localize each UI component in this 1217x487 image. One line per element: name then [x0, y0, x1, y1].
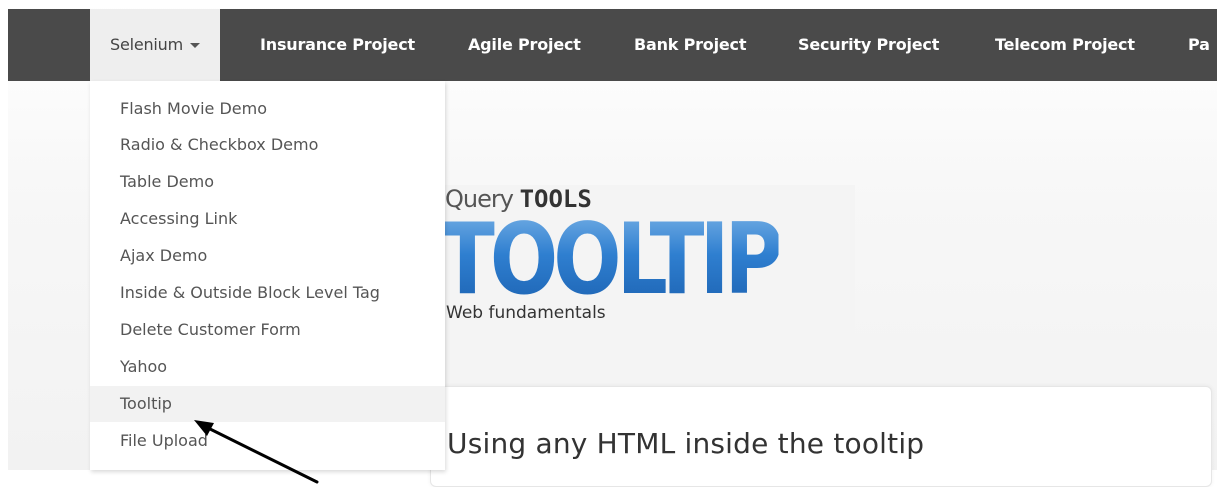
- dropdown-item-radio-checkbox-demo[interactable]: Radio & Checkbox Demo: [90, 127, 445, 163]
- nav-telecom-project[interactable]: Telecom Project: [995, 9, 1135, 81]
- content-heading: Using any HTML inside the tooltip: [447, 427, 925, 460]
- nav-bank-project[interactable]: Bank Project: [634, 9, 746, 81]
- content-card: Using any HTML inside the tooltip: [430, 386, 1212, 487]
- chevron-down-icon: [190, 43, 201, 48]
- dropdown-item-yahoo[interactable]: Yahoo: [90, 349, 445, 385]
- dropdown-item-inside-outside-block[interactable]: Inside & Outside Block Level Tag: [90, 275, 445, 311]
- nav-partial-item[interactable]: Pa: [1188, 9, 1210, 81]
- top-navbar: Selenium Insurance Project Agile Project…: [8, 9, 1217, 81]
- hero-title: TOOLTIP: [440, 203, 783, 317]
- dropdown-item-ajax-demo[interactable]: Ajax Demo: [90, 238, 445, 274]
- dropdown-item-accessing-link[interactable]: Accessing Link: [90, 201, 445, 237]
- dropdown-item-delete-customer-form[interactable]: Delete Customer Form: [90, 312, 445, 348]
- tooltip-hero-image: Query TOOLS TOOLTIP Web fundamentals: [438, 185, 855, 385]
- nav-selenium-label: Selenium: [110, 35, 184, 54]
- nav-selenium-dropdown-toggle[interactable]: Selenium: [90, 9, 221, 81]
- annotation-arrow-icon: [194, 420, 319, 484]
- dropdown-item-table-demo[interactable]: Table Demo: [90, 164, 445, 200]
- hero-subtitle: Web fundamentals: [446, 303, 606, 323]
- arrow-shaft: [198, 422, 319, 484]
- nav-security-project[interactable]: Security Project: [798, 9, 939, 81]
- arrow-head: [194, 420, 214, 436]
- nav-insurance-project[interactable]: Insurance Project: [260, 9, 415, 81]
- nav-agile-project[interactable]: Agile Project: [468, 9, 581, 81]
- dropdown-item-flash-movie-demo[interactable]: Flash Movie Demo: [90, 91, 445, 127]
